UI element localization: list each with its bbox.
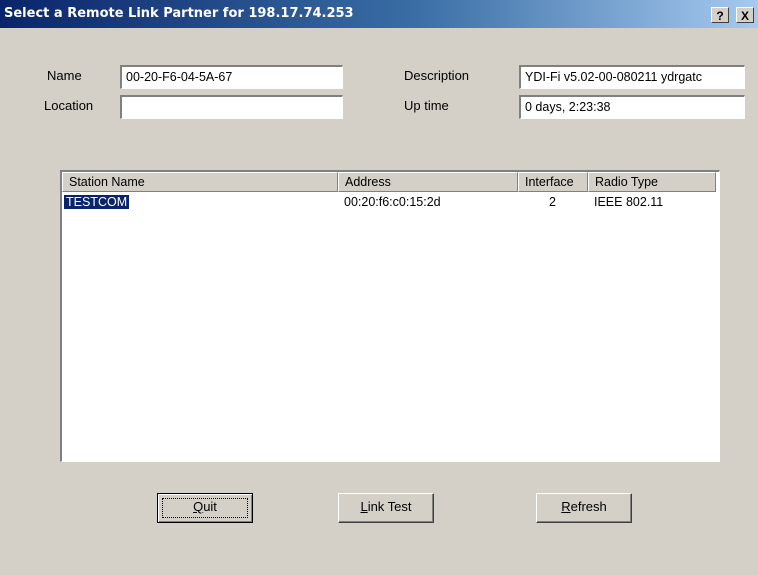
close-icon: X <box>740 9 749 23</box>
location-label: Location <box>44 98 94 113</box>
table-row[interactable]: TESTCOM 00:20:f6:c0:15:2d 2 IEEE 802.11 <box>62 193 718 213</box>
close-button[interactable]: X <box>736 7 754 23</box>
list-header: Station Name Address Interface Radio Typ… <box>62 172 718 192</box>
address-cell: 00:20:f6:c0:15:2d <box>344 195 441 209</box>
location-field[interactable] <box>120 95 343 119</box>
radio-type-cell: IEEE 802.11 <box>594 195 664 209</box>
column-station-name[interactable]: Station Name <box>62 172 338 192</box>
refresh-label: Refresh <box>561 499 607 514</box>
description-label: Description <box>404 68 470 83</box>
station-list[interactable]: Station Name Address Interface Radio Typ… <box>60 170 720 462</box>
window-title: Select a Remote Link Partner for 198.17.… <box>4 6 354 21</box>
column-address[interactable]: Address <box>338 172 518 192</box>
name-label: Name <box>47 68 82 83</box>
station-name-cell: TESTCOM <box>62 194 131 210</box>
quit-label: Quit <box>193 499 217 514</box>
help-button[interactable]: ? <box>711 7 729 23</box>
column-interface[interactable]: Interface <box>518 172 588 192</box>
quit-button[interactable]: Quit <box>157 493 253 523</box>
interface-cell: 2 <box>549 195 556 209</box>
refresh-button[interactable]: Refresh <box>536 493 632 523</box>
help-icon: ? <box>716 9 724 23</box>
column-radio-type[interactable]: Radio Type <box>588 172 716 192</box>
uptime-label: Up time <box>404 98 449 113</box>
name-field[interactable]: 00-20-F6-04-5A-67 <box>120 65 343 89</box>
link-test-label: Link Test <box>360 499 412 514</box>
uptime-field[interactable]: 0 days, 2:23:38 <box>519 95 745 119</box>
title-bar: Select a Remote Link Partner for 198.17.… <box>0 0 758 28</box>
description-field[interactable]: YDI-Fi v5.02-00-080211 ydrgatc <box>519 65 745 89</box>
link-test-button[interactable]: Link Test <box>338 493 434 523</box>
